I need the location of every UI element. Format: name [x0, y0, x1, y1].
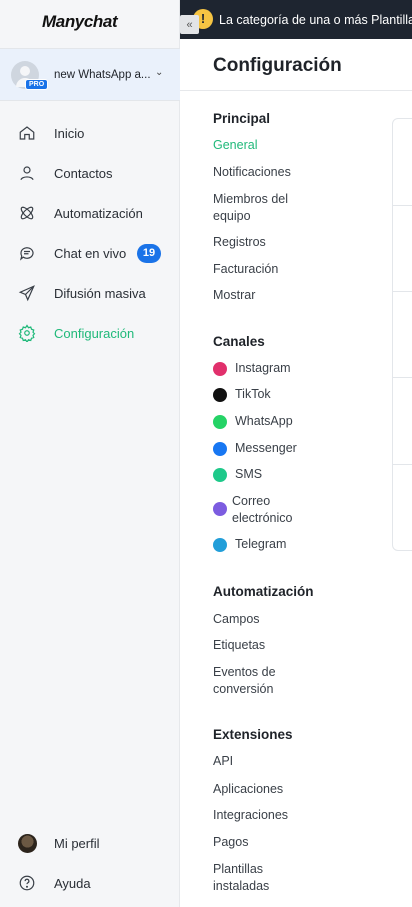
nav-label: Difusión masiva	[54, 285, 146, 301]
help-icon	[18, 874, 36, 892]
channel-label: Correo electrónico	[232, 494, 293, 525]
channel-label: Telegram	[235, 537, 287, 551]
nav-label: Configuración	[54, 325, 135, 341]
account-name: new WhatsApp a...	[54, 68, 151, 81]
channel-label: WhatsApp	[235, 414, 293, 428]
chat-icon	[18, 244, 36, 262]
section-title-principal: Principal	[213, 111, 271, 126]
nav-item-difusion-masiva[interactable]: Difusión masiva	[0, 273, 180, 313]
settings-item-miembros[interactable]: Miembros del equipo	[213, 191, 308, 225]
settings-item-pagos[interactable]: Pagos	[213, 834, 343, 851]
settings-item-plantillas[interactable]: Plantillas instaladas	[213, 861, 293, 895]
settings-item-general[interactable]: General	[213, 137, 343, 154]
tiktok-icon	[213, 388, 227, 402]
nav-item-chat-en-vivo[interactable]: Chat en vivo 19	[0, 233, 180, 273]
divider	[393, 291, 412, 292]
settings-item-facturacion[interactable]: Facturación	[213, 261, 343, 278]
settings-item-integraciones[interactable]: Integraciones	[213, 807, 343, 824]
nav-item-automatizacion[interactable]: Automatización	[0, 193, 180, 233]
nav-item-inicio[interactable]: Inicio	[0, 113, 180, 153]
section-title-canales: Canales	[213, 334, 265, 349]
settings-item-mostrar[interactable]: Mostrar	[213, 287, 343, 304]
profile-avatar	[18, 834, 37, 853]
nav-label: Chat en vivo	[54, 245, 127, 261]
settings-item-aplicaciones[interactable]: Aplicaciones	[213, 781, 343, 798]
nav-item-contactos[interactable]: Contactos	[0, 153, 180, 193]
channel-label: Messenger	[235, 441, 297, 455]
settings-item-campos[interactable]: Campos	[213, 611, 343, 628]
nav-label: Automatización	[54, 205, 143, 221]
messenger-icon	[213, 442, 227, 456]
unread-badge: 19	[137, 243, 161, 263]
email-icon	[213, 502, 227, 516]
channel-label: Instagram	[235, 361, 291, 375]
nav-label: Ayuda	[54, 875, 91, 891]
channel-label: SMS	[235, 467, 263, 481]
account-avatar: PRO	[11, 60, 49, 90]
warning-banner[interactable]: La categoría de una o más Plantillas de …	[180, 0, 412, 39]
channel-label: TikTok	[235, 387, 271, 401]
settings-item-notificaciones[interactable]: Notificaciones	[213, 164, 343, 181]
send-icon	[18, 284, 36, 302]
section-title-automatizacion: Automatización	[213, 584, 314, 599]
user-icon	[18, 164, 36, 182]
telegram-icon	[213, 538, 227, 552]
settings-item-eventos[interactable]: Eventos de conversión	[213, 664, 298, 698]
chevron-down-icon[interactable]: ⌄	[155, 67, 163, 78]
nav-item-ayuda[interactable]: Ayuda	[0, 863, 180, 903]
nav-label: Contactos	[54, 165, 113, 181]
section-title-extensiones: Extensiones	[213, 727, 293, 742]
settings-item-registros[interactable]: Registros	[213, 234, 343, 251]
pro-badge: PRO	[25, 78, 49, 90]
sidebar: Manychat PRO new WhatsApp a... ⌄ Inicio …	[0, 0, 180, 907]
settings-card	[392, 118, 412, 551]
page-title: Configuración	[213, 55, 342, 76]
main-content: Configuración Principal General Notifica…	[180, 39, 412, 907]
divider	[393, 205, 412, 206]
banner-text: La categoría de una o más Plantillas de …	[219, 12, 412, 27]
page-header: Configuración	[180, 39, 412, 91]
divider	[393, 464, 412, 465]
nav-item-mi-perfil[interactable]: Mi perfil	[0, 823, 180, 863]
settings-item-api[interactable]: API	[213, 753, 343, 770]
home-icon	[18, 124, 36, 142]
manychat-logo[interactable]: Manychat	[42, 12, 118, 32]
collapse-sidebar-button[interactable]: «	[180, 15, 199, 34]
account-switcher[interactable]: PRO new WhatsApp a... ⌄	[0, 48, 180, 101]
nav-label: Mi perfil	[54, 835, 100, 851]
gear-icon	[18, 324, 36, 344]
instagram-icon	[213, 362, 227, 376]
settings-item-etiquetas[interactable]: Etiquetas	[213, 637, 343, 654]
atom-icon	[18, 204, 36, 222]
nav-label: Inicio	[54, 125, 85, 141]
nav-item-configuracion[interactable]: Configuración	[0, 313, 180, 353]
whatsapp-icon	[213, 415, 227, 429]
sms-icon	[213, 468, 227, 482]
divider	[393, 377, 412, 378]
